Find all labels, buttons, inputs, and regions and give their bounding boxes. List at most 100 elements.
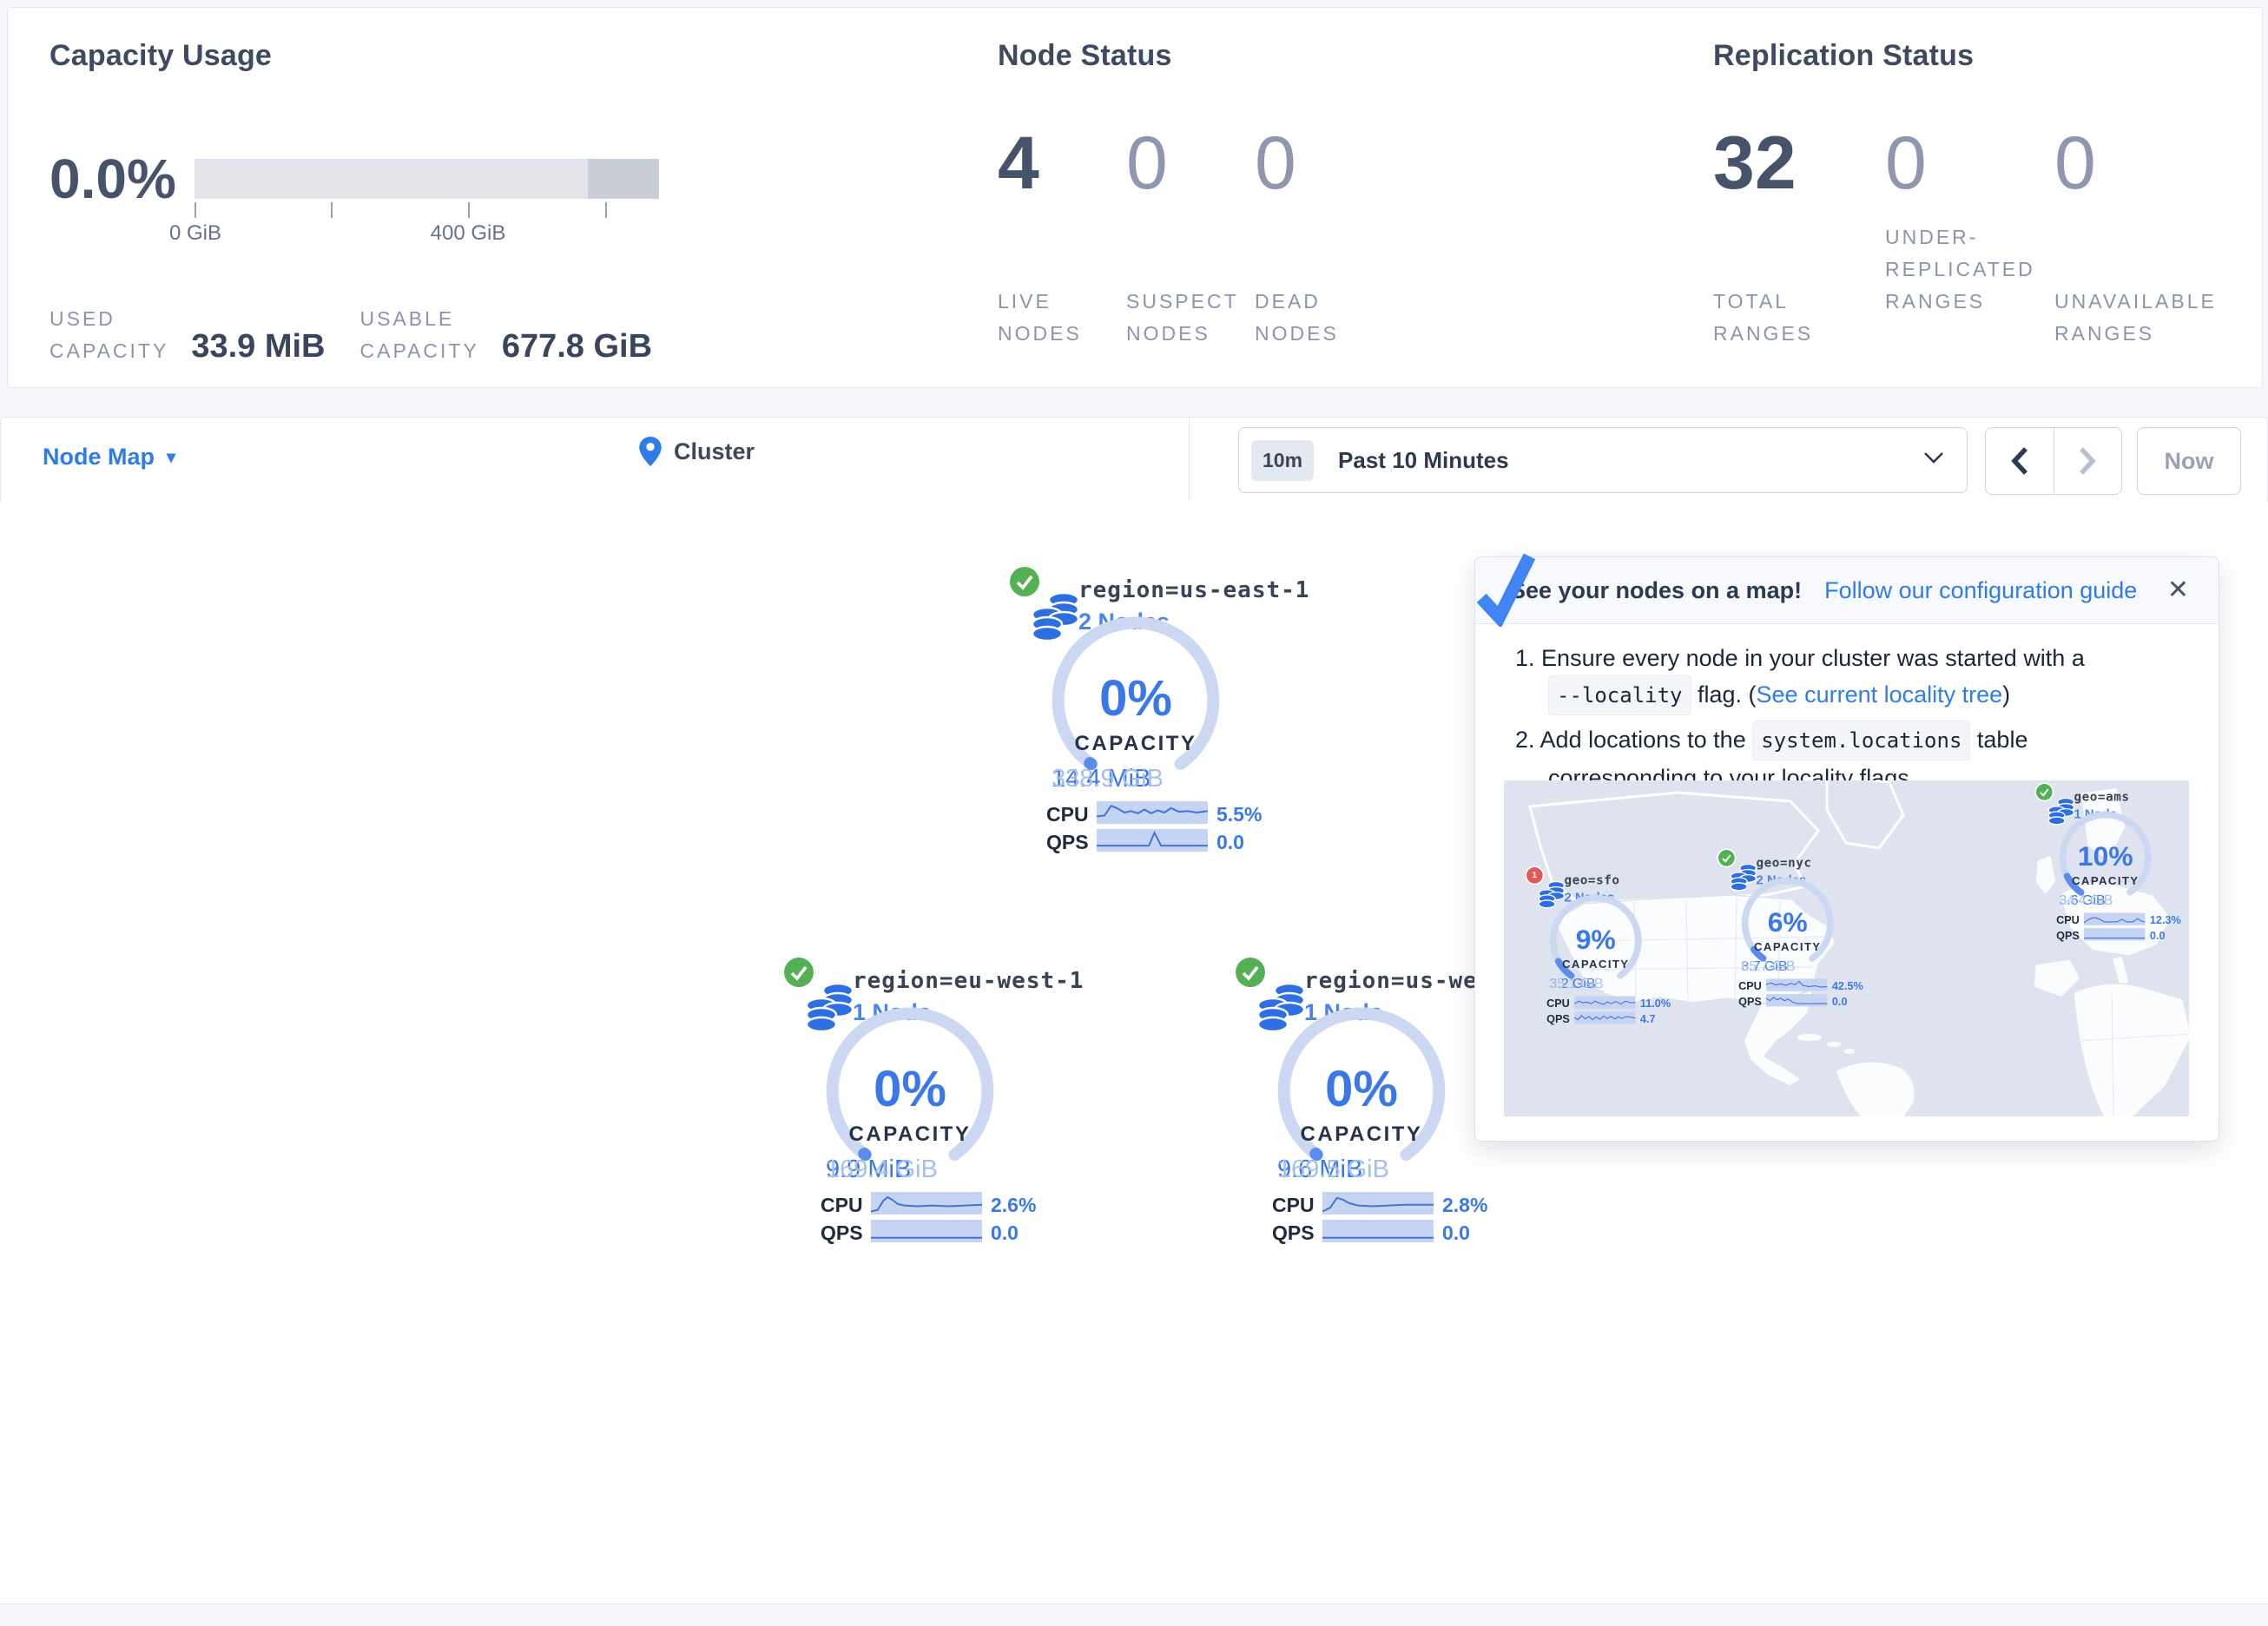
next-panel-edge <box>0 1603 2268 1626</box>
status-healthy-icon <box>1718 850 1735 866</box>
capacity-percent-label: 0% <box>1236 1060 1487 1118</box>
capacity-axis-tick <box>331 202 333 218</box>
world-map-preview: 1geo=sfo2 Nodes9%CAPACITY3.2 GiB35.1 GiB… <box>1504 780 2189 1116</box>
popup-instructions: 1. Ensure every node in your cluster was… <box>1515 641 2144 800</box>
capacity-percent-label: 9% <box>1526 924 1665 956</box>
locality-label: geo=nyc <box>1756 856 1811 871</box>
capacity-bar-reserved-segment <box>588 159 659 199</box>
chevron-down-icon <box>1923 451 1944 464</box>
capacity-percent-label: 0% <box>1010 669 1262 727</box>
status-healthy-icon <box>1010 567 1039 596</box>
qps-sparkline <box>1574 1011 1635 1024</box>
node-group-us-west-1[interactable]: region=us-west-11 Node0%CAPACITY9.6 MiB1… <box>1236 958 1470 1246</box>
node-status-title: Node Status <box>998 39 1172 73</box>
capacity-axis-tick <box>468 202 470 218</box>
breadcrumb-label: Cluster <box>674 438 755 465</box>
capacity-axis-label: 400 GiB <box>399 221 537 246</box>
cluster-summary-panel: Capacity Usage 0.0% 0 GiB 400 GiB USED C… <box>7 7 2263 388</box>
qps-sparkline <box>871 1220 982 1242</box>
capacity-percent-label: 0% <box>784 1060 1036 1118</box>
view-toolbar: Node Map ▾ Cluster 10m Past 10 Minutes N… <box>0 417 2268 504</box>
qps-sparkline <box>1097 829 1208 852</box>
node-group-eu-west-1[interactable]: region=eu-west-11 Node0%CAPACITY9.9 MiB1… <box>784 958 1019 1246</box>
configuration-guide-link[interactable]: Follow our configuration guide <box>1824 577 2137 604</box>
cpu-sparkline <box>1766 979 1827 991</box>
live-nodes-count: 4 <box>998 121 1039 207</box>
cpu-sparkline <box>2084 913 2145 925</box>
chevron-left-icon <box>2010 446 2029 476</box>
used-capacity-value: 33.9 MiB <box>191 328 325 365</box>
map-pin-icon <box>639 437 662 466</box>
capacity-usage-title: Capacity Usage <box>49 39 272 73</box>
locality-flag-code: --locality <box>1548 675 1691 715</box>
capacity-caption: CAPACITY <box>1236 1122 1487 1147</box>
big-check-icon <box>1465 547 1545 627</box>
cpu-sparkline <box>1097 801 1208 824</box>
suspect-nodes-label: SUSPECT NODES <box>1126 286 1239 350</box>
capacity-caption: CAPACITY <box>784 1122 1036 1147</box>
mini-node-group-ams[interactable]: geo=ams1 Node10%CAPACITY3.6 GiB34.4 GiBC… <box>2036 784 2189 1072</box>
cpu-sparkline <box>1574 997 1635 1009</box>
unavailable-count: 0 <box>2054 121 2096 207</box>
used-capacity-label: USED CAPACITY <box>49 303 168 367</box>
status-warning-icon: 1 <box>1526 867 1543 884</box>
qps-sparkline <box>1766 994 1827 1006</box>
now-button[interactable]: Now <box>2137 427 2241 495</box>
close-icon[interactable]: ✕ <box>2167 575 2189 605</box>
popup-step-1: 1. Ensure every node in your cluster was… <box>1515 641 2144 715</box>
system-locations-code: system.locations <box>1752 721 1970 760</box>
time-range-badge: 10m <box>1251 440 1314 481</box>
locality-label: region=us-east-1 <box>1078 577 1309 603</box>
capacity-axis-tick <box>605 202 607 218</box>
node-group-us-east-1[interactable]: region=us-east-12 Nodes0%CAPACITY14.4 Mi… <box>1010 567 1244 855</box>
time-range-label: Past 10 Minutes <box>1338 447 1509 474</box>
locality-label: region=eu-west-1 <box>853 968 1084 994</box>
view-selector-label: Node Map <box>43 444 155 471</box>
popup-header: See your nodes on a map! Follow our conf… <box>1475 557 2219 624</box>
qps-sparkline <box>2084 928 2145 940</box>
status-healthy-icon <box>1236 958 1265 987</box>
capacity-caption: CAPACITY <box>1526 958 1665 971</box>
locality-tree-link[interactable]: See current locality tree <box>1757 681 2003 708</box>
locality-label: geo=sfo <box>1564 873 1619 888</box>
node-map-setup-popup: See your nodes on a map! Follow our conf… <box>1474 556 2219 1142</box>
breadcrumb[interactable]: Cluster <box>639 437 755 466</box>
capacity-axis-label: 0 GiB <box>126 221 265 246</box>
under-replicated-count: 0 <box>1885 121 1927 207</box>
usable-capacity-value: 677.8 GiB <box>502 328 652 365</box>
view-selector-dropdown[interactable]: Node Map ▾ <box>43 444 175 471</box>
capacity-bar <box>194 159 659 199</box>
unavailable-label: UNAVAILABLE RANGES <box>2054 286 2217 350</box>
time-range-dropdown[interactable]: 10m Past 10 Minutes <box>1238 427 1968 493</box>
dead-nodes-label: DEAD NODES <box>1255 286 1339 350</box>
cpu-sparkline <box>1322 1192 1434 1215</box>
replication-status-title: Replication Status <box>1713 39 1974 73</box>
status-healthy-icon <box>784 958 814 987</box>
suspect-nodes-count: 0 <box>1126 121 1168 207</box>
time-back-button[interactable] <box>1986 428 2054 494</box>
chevron-right-icon <box>2078 446 2097 476</box>
status-healthy-icon <box>2036 784 2053 800</box>
live-nodes-label: LIVE NODES <box>998 286 1082 350</box>
capacity-percent: 0.0% <box>49 147 176 211</box>
total-ranges-label: TOTAL RANGES <box>1713 286 1813 350</box>
capacity-caption: CAPACITY <box>1010 732 1262 756</box>
capacity-caption: CAPACITY <box>2036 875 2175 888</box>
toolbar-divider <box>1189 418 1190 501</box>
total-ranges-count: 32 <box>1713 121 1797 207</box>
popup-title: See your nodes on a map! <box>1510 577 1802 604</box>
under-replicated-label: UNDER- REPLICATED RANGES <box>1885 221 2035 318</box>
capacity-caption: CAPACITY <box>1718 941 1857 954</box>
qps-sparkline <box>1322 1220 1434 1242</box>
capacity-percent-label: 6% <box>1718 906 1857 938</box>
locality-label: geo=ams <box>2074 790 2129 805</box>
mini-node-group-nyc[interactable]: geo=nyc2 Nodes6%CAPACITY3.7 GiB65.7 GiBC… <box>1718 850 1953 1116</box>
dead-nodes-count: 0 <box>1255 121 1296 207</box>
time-forward-button[interactable] <box>2054 428 2122 494</box>
cpu-sparkline <box>871 1192 982 1215</box>
capacity-percent-label: 10% <box>2036 840 2175 872</box>
chevron-down-icon: ▾ <box>167 446 175 468</box>
time-step-buttons <box>1985 427 2122 495</box>
capacity-axis-tick <box>194 202 196 218</box>
usable-capacity-label: USABLE CAPACITY <box>360 303 479 367</box>
